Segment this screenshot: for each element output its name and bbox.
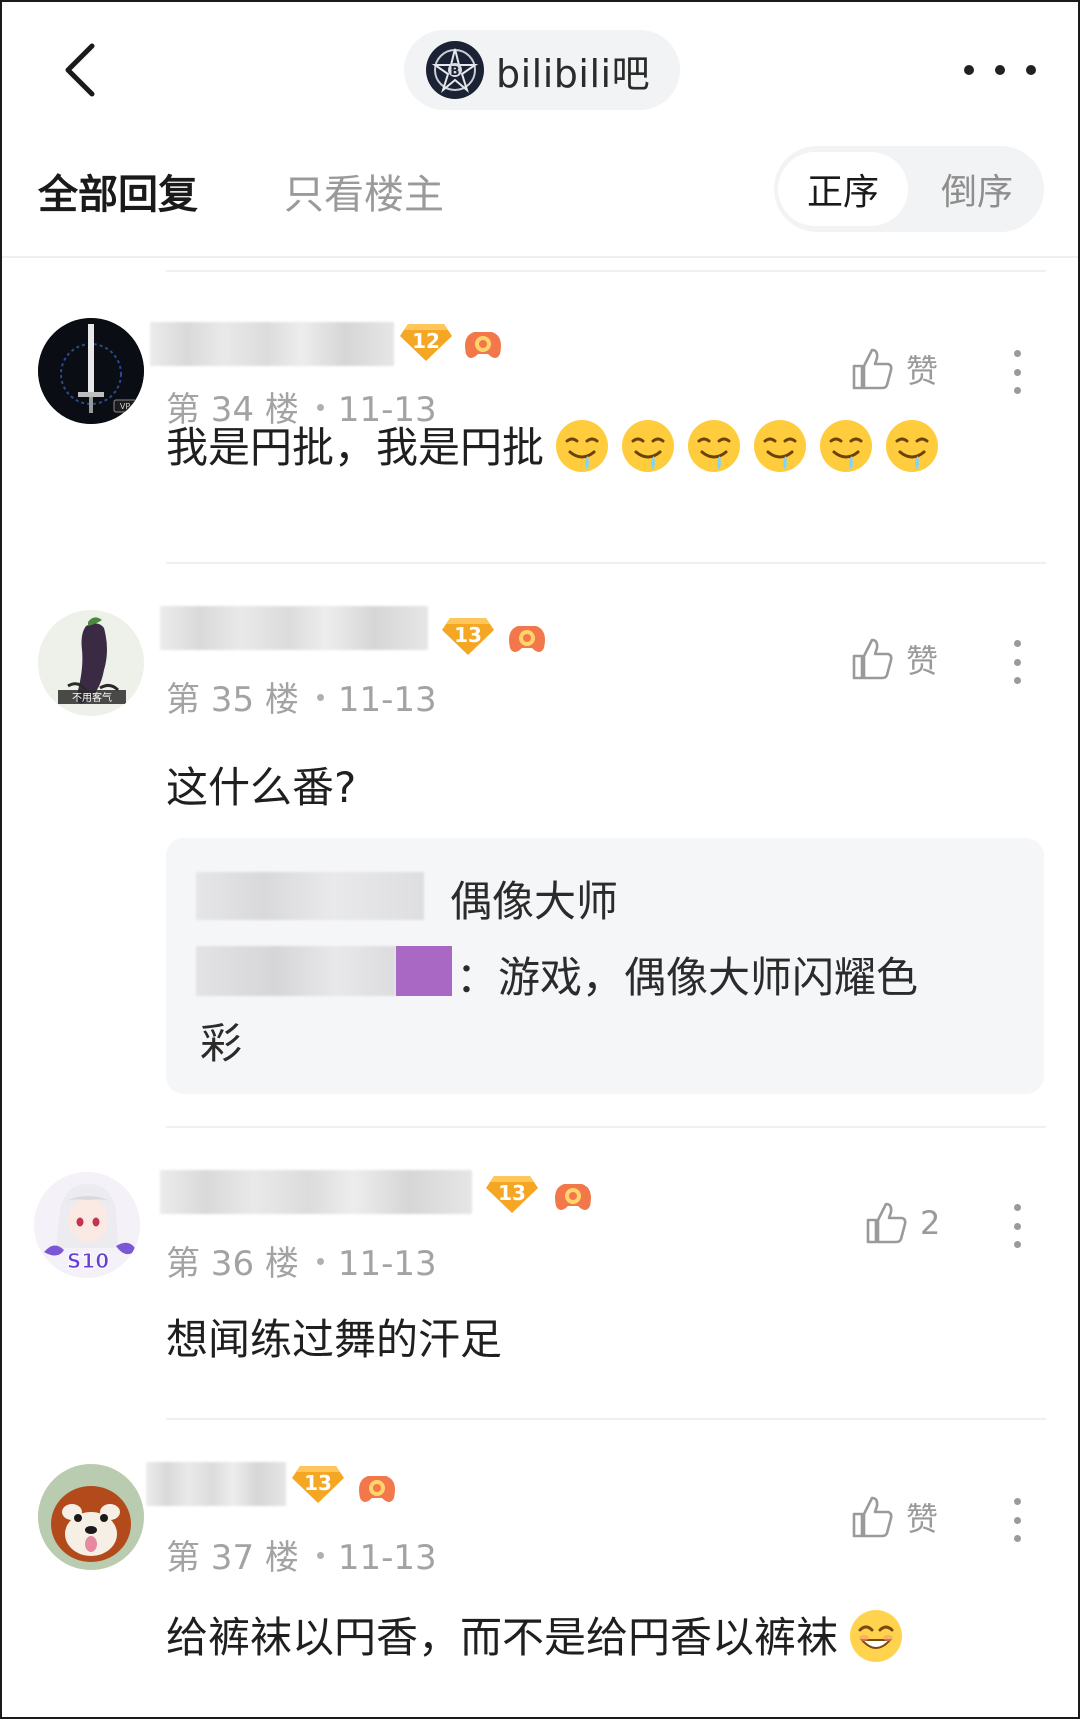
drooling-face-emoji	[622, 420, 675, 472]
separator-dot	[316, 694, 324, 701]
reply-text: 给裤袜以円香，而不是给円香以裤袜	[166, 1613, 839, 1662]
kebab-icon[interactable]	[1014, 640, 1022, 684]
top-nav: B bilibili吧	[2, 2, 1078, 132]
kebab-icon[interactable]	[1014, 1204, 1022, 1248]
floor-info: 第 36 楼 11-13	[166, 1236, 437, 1285]
more-icon[interactable]	[964, 58, 1036, 82]
floor-number: 第 35 楼	[166, 680, 299, 720]
medal-icon	[509, 626, 545, 652]
separator-dot	[316, 1552, 324, 1559]
like-button[interactable]: 赞	[850, 636, 938, 682]
post-date: 11-13	[337, 1538, 437, 1578]
forum-logo-icon: B	[426, 41, 484, 99]
like-label: 赞	[906, 642, 939, 680]
like-button[interactable]: 赞	[850, 1494, 938, 1540]
drooling-face-emoji	[754, 420, 807, 472]
sort-ascending-button[interactable]: 正序	[778, 152, 908, 226]
floor-number: 第 36 楼	[166, 1244, 299, 1284]
level-number: 13	[304, 1471, 332, 1495]
avatar[interactable]: VP	[38, 318, 144, 424]
quoted-author-redacted	[196, 946, 396, 996]
level-number: 13	[498, 1181, 526, 1205]
level-number: 12	[412, 329, 440, 353]
quoted-reply[interactable]: 偶像大师 ：游戏，偶像大师闪耀色 彩	[166, 838, 1044, 1094]
level-badge-icon: 13	[292, 1464, 344, 1504]
tab-owner-only[interactable]: 只看楼主	[284, 162, 444, 220]
username-redacted	[160, 1170, 472, 1214]
floor-info: 第 37 楼 11-13	[166, 1530, 437, 1579]
svg-text:不用客气: 不用客气	[72, 691, 112, 704]
like-button[interactable]: 2	[864, 1200, 940, 1246]
header-divider	[2, 256, 1078, 258]
kebab-icon[interactable]	[1014, 1498, 1022, 1542]
floor-number: 第 37 楼	[166, 1538, 299, 1578]
username-redacted	[150, 322, 394, 366]
separator-dot	[316, 404, 324, 411]
level-badge-icon: 13	[486, 1174, 538, 1214]
svg-text:S10: S10	[67, 1249, 109, 1273]
reply-content: 想闻练过舞的汗足	[166, 1315, 503, 1364]
smirking-face-emoji	[850, 1610, 903, 1662]
post-date: 11-13	[337, 1244, 437, 1284]
level-badge-icon: 12	[400, 322, 452, 362]
avatar[interactable]	[38, 1464, 144, 1570]
like-label: 赞	[906, 1500, 939, 1538]
quoted-text: ：游戏，偶像大师闪耀色	[456, 953, 919, 1002]
separator-dot	[316, 1258, 324, 1265]
tab-all-replies[interactable]: 全部回复	[38, 162, 198, 220]
forum-pill[interactable]: B bilibili吧	[404, 30, 680, 110]
thumb-up-icon	[852, 1496, 893, 1538]
divider	[166, 562, 1046, 564]
svg-text:VP: VP	[120, 402, 130, 411]
level-number: 13	[454, 623, 482, 647]
username-redacted	[146, 1462, 286, 1506]
reply-content: 给裤袜以円香，而不是给円香以裤袜	[166, 1604, 904, 1665]
post-date: 11-13	[337, 680, 437, 720]
avatar[interactable]: 不用客气	[38, 610, 144, 716]
medal-icon	[555, 1184, 591, 1210]
svg-text:B: B	[450, 64, 459, 78]
emoji-group	[544, 420, 940, 472]
username-redacted	[160, 606, 428, 650]
sort-toggle: 正序 倒序	[774, 146, 1044, 232]
like-label: 赞	[906, 352, 939, 390]
quoted-text-continued: 彩	[200, 1019, 243, 1068]
forum-name: bilibili吧	[496, 51, 651, 96]
divider	[166, 1418, 1046, 1420]
like-button[interactable]: 赞	[850, 346, 938, 392]
quoted-username-redacted	[196, 872, 424, 920]
drooling-face-emoji	[688, 420, 741, 472]
reply-text: 我是円批，我是円批	[166, 423, 545, 472]
like-count: 2	[920, 1204, 941, 1242]
medal-icon	[359, 1476, 395, 1502]
reply-content: 这什么番?	[166, 763, 357, 812]
level-badge-icon: 13	[442, 616, 494, 656]
drooling-face-emoji	[820, 420, 873, 472]
quoted-author-avatar	[396, 946, 452, 996]
avatar[interactable]: S10	[34, 1172, 140, 1278]
quoted-title: 偶像大师	[450, 877, 619, 926]
kebab-icon[interactable]	[1014, 350, 1022, 394]
reply-content: 我是円批，我是円批	[166, 414, 940, 475]
drooling-face-emoji	[556, 420, 609, 472]
back-chevron-icon[interactable]	[58, 40, 106, 100]
floor-info: 第 35 楼 11-13	[166, 672, 437, 721]
app-frame: B bilibili吧 全部回复 只看楼主 正序 倒序 VP 12 第 34 楼…	[0, 0, 1080, 1719]
thumb-up-icon	[866, 1202, 907, 1244]
divider	[166, 1126, 1046, 1128]
sort-descending-button[interactable]: 倒序	[914, 152, 1040, 226]
thumb-up-icon	[852, 348, 893, 390]
reply-tabs: 全部回复 只看楼主 正序 倒序	[2, 142, 1078, 242]
medal-icon	[465, 332, 501, 358]
thumb-up-icon	[852, 638, 893, 680]
divider	[166, 270, 1046, 272]
drooling-face-emoji	[886, 420, 939, 472]
